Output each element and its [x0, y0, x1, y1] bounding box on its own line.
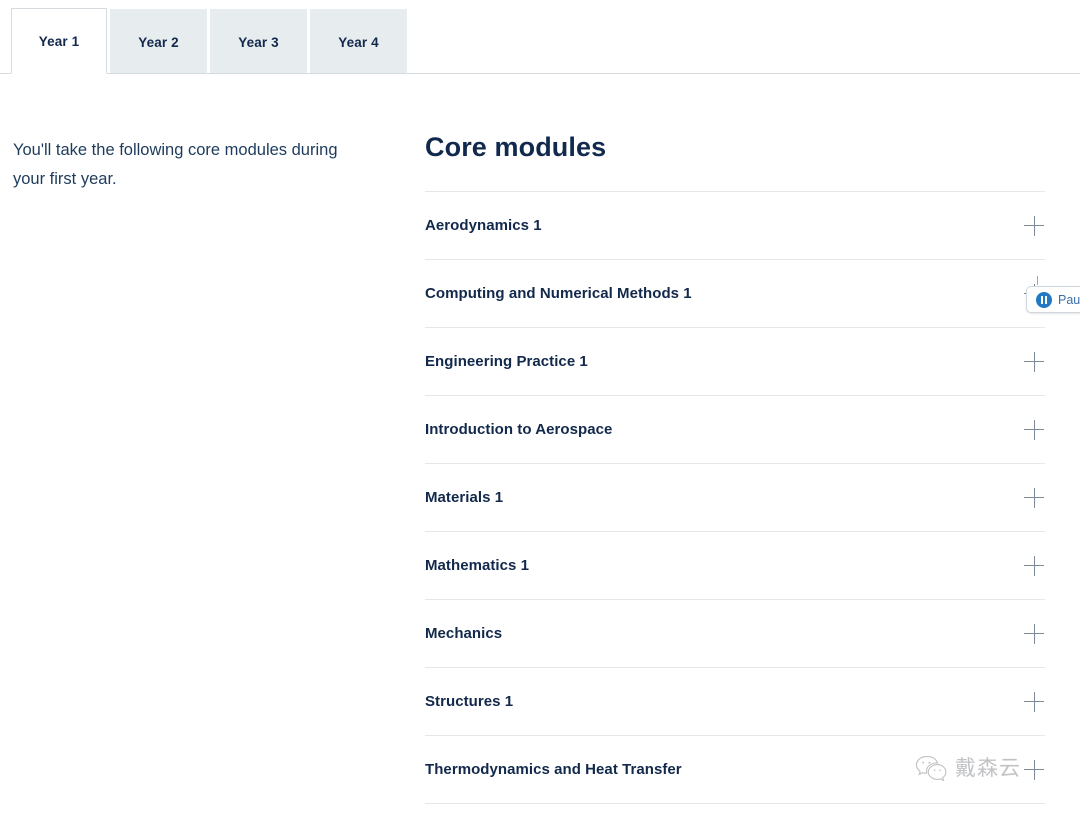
- module-row[interactable]: Engineering Practice 1: [425, 328, 1045, 396]
- page-title: Core modules: [425, 130, 1045, 164]
- tab-label: Year 1: [39, 34, 79, 49]
- module-row[interactable]: Materials 1: [425, 464, 1045, 532]
- module-title: Aerodynamics 1: [425, 217, 572, 234]
- pause-button[interactable]: Pau: [1026, 286, 1080, 313]
- pause-circle-icon: [1036, 292, 1052, 308]
- plus-icon[interactable]: [1024, 624, 1044, 644]
- module-row[interactable]: Thermodynamics and Heat Transfer: [425, 736, 1045, 804]
- plus-icon[interactable]: [1024, 488, 1044, 508]
- module-row[interactable]: Mathematics 1: [425, 532, 1045, 600]
- tab-year-2[interactable]: Year 2: [110, 9, 207, 74]
- intro-column: You'll take the following core modules d…: [13, 136, 363, 194]
- tab-label: Year 4: [338, 35, 378, 50]
- pause-widget-pointer: [1037, 276, 1038, 285]
- module-row[interactable]: Structures 1: [425, 668, 1045, 736]
- tab-year-4[interactable]: Year 4: [310, 9, 407, 74]
- module-accordion-list: Aerodynamics 1 Computing and Numerical Me…: [425, 191, 1045, 804]
- modules-column: Core modules Aerodynamics 1 Computing and…: [425, 130, 1045, 804]
- tab-year-3[interactable]: Year 3: [210, 9, 307, 74]
- module-title: Thermodynamics and Heat Transfer: [425, 761, 712, 778]
- module-title: Engineering Practice 1: [425, 353, 618, 370]
- module-title: Mathematics 1: [425, 557, 559, 574]
- module-title: Mechanics: [425, 625, 532, 642]
- tab-label: Year 2: [138, 35, 178, 50]
- plus-icon[interactable]: [1024, 760, 1044, 780]
- plus-icon[interactable]: [1024, 692, 1044, 712]
- module-row[interactable]: Mechanics: [425, 600, 1045, 668]
- module-title: Computing and Numerical Methods 1: [425, 285, 722, 302]
- tab-list: Year 1 Year 2 Year 3 Year 4: [11, 8, 407, 74]
- tab-label: Year 3: [238, 35, 278, 50]
- module-title: Structures 1: [425, 693, 543, 710]
- modules-content: You'll take the following core modules d…: [0, 74, 1080, 828]
- pause-button-label: Pau: [1058, 293, 1080, 307]
- year-tab-bar: Year 1 Year 2 Year 3 Year 4: [0, 0, 1080, 74]
- plus-icon[interactable]: [1024, 556, 1044, 576]
- tab-year-1[interactable]: Year 1: [11, 8, 107, 74]
- plus-icon[interactable]: [1024, 216, 1044, 236]
- plus-icon[interactable]: [1024, 420, 1044, 440]
- module-row[interactable]: Computing and Numerical Methods 1: [425, 260, 1045, 328]
- intro-paragraph: You'll take the following core modules d…: [13, 136, 363, 194]
- module-row[interactable]: Introduction to Aerospace: [425, 396, 1045, 464]
- module-title: Materials 1: [425, 489, 533, 506]
- plus-icon[interactable]: [1024, 352, 1044, 372]
- module-row[interactable]: Aerodynamics 1: [425, 192, 1045, 260]
- module-title: Introduction to Aerospace: [425, 421, 642, 438]
